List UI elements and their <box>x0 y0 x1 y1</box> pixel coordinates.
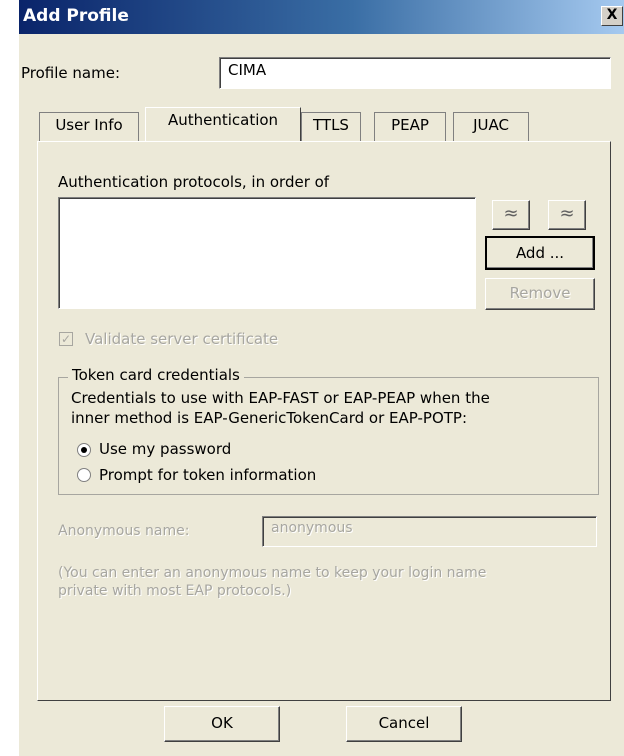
tab-ttls-label: TTLS <box>313 116 349 134</box>
cancel-label: Cancel <box>378 714 430 732</box>
checkmark-icon: ✓ <box>60 332 72 346</box>
close-icon: X <box>606 7 618 23</box>
chevron-up-icon: ≈ <box>503 203 519 224</box>
add-protocol-label: Add ... <box>515 244 565 262</box>
anonymous-name-label: Anonymous name: <box>58 523 190 539</box>
add-protocol-button[interactable]: Add ... <box>485 236 595 270</box>
profile-name-input[interactable]: CIMA <box>219 57 611 89</box>
token-card-title: Token card credentials <box>68 366 244 384</box>
window-title: Add Profile <box>23 6 129 26</box>
ok-button[interactable]: OK <box>164 706 280 742</box>
remove-protocol-button[interactable]: Remove <box>485 278 595 310</box>
protocols-list[interactable] <box>58 197 476 309</box>
tab-peap-label: PEAP <box>391 116 429 134</box>
title-bar[interactable]: Add Profile X <box>19 0 624 34</box>
validate-certificate-checkbox[interactable]: ✓ <box>59 332 73 346</box>
move-up-button[interactable]: ≈ <box>492 200 530 230</box>
prompt-token-label: Prompt for token information <box>99 466 317 484</box>
tab-user-info-label: User Info <box>55 116 123 134</box>
token-description-line1: Credentials to use with EAP-FAST or EAP-… <box>71 389 490 407</box>
ok-label: OK <box>211 714 233 732</box>
cancel-button[interactable]: Cancel <box>346 706 462 742</box>
tab-authentication[interactable]: Authentication <box>145 107 301 141</box>
protocols-label: Authentication protocols, in order of <box>58 173 330 191</box>
radio-selected-dot <box>81 447 87 453</box>
prompt-token-radio[interactable] <box>77 468 91 482</box>
anonymous-hint-line2: private with most EAP protocols.) <box>58 583 292 599</box>
use-password-label: Use my password <box>99 440 232 458</box>
use-password-radio[interactable] <box>77 443 91 457</box>
tab-juac-label: JUAC <box>473 116 509 134</box>
remove-protocol-label: Remove <box>509 284 571 302</box>
token-description-line2: inner method is EAP-GenericTokenCard or … <box>71 409 468 427</box>
tab-peap[interactable]: PEAP <box>374 112 446 142</box>
profile-name-label: Profile name: <box>21 64 121 82</box>
tab-ttls[interactable]: TTLS <box>301 112 361 142</box>
tab-juac[interactable]: JUAC <box>453 112 529 142</box>
close-button[interactable]: X <box>601 6 623 26</box>
tab-authentication-label: Authentication <box>167 111 279 129</box>
anonymous-hint-line1: (You can enter an anonymous name to keep… <box>58 565 487 581</box>
tab-user-info[interactable]: User Info <box>39 112 139 142</box>
move-down-button[interactable]: ≈ <box>548 200 586 230</box>
validate-certificate-label: Validate server certificate <box>85 330 279 348</box>
anonymous-name-input[interactable]: anonymous <box>262 516 597 547</box>
add-profile-dialog: Add Profile X Profile name: CIMA User In… <box>18 0 624 756</box>
chevron-down-icon: ≈ <box>559 203 575 224</box>
